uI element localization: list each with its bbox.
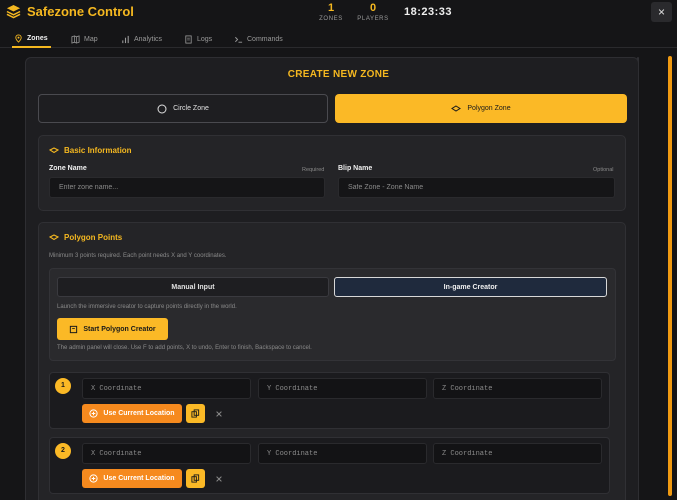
- terminal-icon: [235, 36, 243, 43]
- circle-zone-label: Circle Zone: [173, 105, 209, 112]
- tab-logs-label: Logs: [197, 36, 213, 43]
- tab-commands-label: Commands: [247, 36, 283, 43]
- creator-note: The admin panel will close. Use F to add…: [57, 345, 312, 351]
- close-button[interactable]: ×: [651, 2, 672, 22]
- polygon-icon: [451, 104, 462, 112]
- players-stat: 0 PLAYERS: [357, 2, 389, 22]
- layers-logo-icon: [6, 4, 21, 19]
- manual-input-button[interactable]: Manual Input: [57, 277, 329, 297]
- polygon-icon: [49, 234, 59, 241]
- start-polygon-creator-button[interactable]: Start Polygon Creator: [57, 318, 168, 340]
- polygon-zone-button[interactable]: Polygon Zone: [335, 94, 627, 123]
- tab-zones-label: Zones: [27, 35, 48, 42]
- x-coordinate-input[interactable]: [82, 443, 251, 464]
- circle-icon: [157, 104, 167, 113]
- copy-button[interactable]: [186, 469, 205, 488]
- tab-map[interactable]: Map: [71, 31, 98, 48]
- nav-tabs: Zones Map Analytics Logs Commands: [0, 28, 677, 48]
- square-icon: [70, 325, 78, 333]
- map-pin-icon: [15, 34, 22, 43]
- use-current-location-label: Use Current Location: [103, 410, 175, 417]
- polygon-zone-label: Polygon Zone: [467, 105, 511, 112]
- y-coordinate-input[interactable]: [258, 378, 427, 399]
- x-coordinate-input[interactable]: [82, 378, 251, 399]
- tab-logs[interactable]: Logs: [184, 31, 212, 48]
- polygon-points-title-text: Polygon Points: [64, 233, 123, 242]
- ingame-creator-button[interactable]: In-game Creator: [334, 277, 607, 297]
- zone-name-input[interactable]: [49, 177, 325, 198]
- copy-icon: [191, 409, 200, 418]
- z-coordinate-input[interactable]: [433, 378, 602, 399]
- remove-point-button[interactable]: [209, 469, 228, 488]
- page-scrollbar[interactable]: [668, 56, 672, 496]
- tab-map-label: Map: [84, 36, 98, 43]
- blip-name-optional: Optional: [593, 167, 614, 173]
- header: Safezone Control 1 ZONES 0 PLAYERS 18:23…: [0, 0, 677, 28]
- point-number-badge: 1: [55, 378, 71, 394]
- creator-hint: Launch the immersive creator to capture …: [57, 304, 237, 310]
- close-icon: [215, 410, 222, 417]
- document-icon: [185, 35, 192, 44]
- copy-button[interactable]: [186, 404, 205, 423]
- z-coordinate-input[interactable]: [433, 443, 602, 464]
- use-current-location-button[interactable]: Use Current Location: [82, 404, 182, 423]
- map-icon: [71, 35, 80, 44]
- polygon-points-title: Polygon Points: [49, 233, 122, 242]
- zones-label: ZONES: [319, 16, 343, 22]
- tab-commands[interactable]: Commands: [234, 31, 283, 48]
- tab-zones[interactable]: Zones: [12, 31, 51, 48]
- clock: 18:23:33: [404, 6, 453, 18]
- zones-stat: 1 ZONES: [318, 2, 344, 22]
- zone-name-required: Required: [302, 167, 325, 173]
- use-current-location-button[interactable]: Use Current Location: [82, 469, 182, 488]
- basic-info-title: Basic Information: [49, 146, 132, 155]
- blip-name-label: Blip Name: [338, 165, 373, 172]
- zone-name-label: Zone Name: [49, 165, 87, 172]
- copy-icon: [191, 474, 200, 483]
- bar-chart-icon: [122, 35, 129, 44]
- start-polygon-creator-label: Start Polygon Creator: [83, 325, 156, 333]
- tab-analytics-label: Analytics: [134, 36, 163, 43]
- plus-circle-icon: [89, 409, 99, 418]
- app-title: Safezone Control: [27, 4, 134, 19]
- blip-name-input[interactable]: [338, 177, 615, 198]
- zones-count: 1: [327, 2, 335, 14]
- polygon-icon: [49, 147, 59, 154]
- tab-analytics[interactable]: Analytics: [121, 31, 162, 48]
- close-icon: [215, 475, 222, 482]
- close-icon: ×: [657, 5, 665, 19]
- y-coordinate-input[interactable]: [258, 443, 427, 464]
- use-current-location-label: Use Current Location: [103, 475, 175, 482]
- players-label: PLAYERS: [357, 16, 389, 22]
- polygon-points-hint: Minimum 3 points required. Each point ne…: [49, 253, 227, 259]
- circle-zone-button[interactable]: Circle Zone: [38, 94, 328, 123]
- plus-circle-icon: [89, 474, 99, 483]
- point-number-badge: 2: [55, 443, 71, 459]
- remove-point-button[interactable]: [209, 404, 228, 423]
- players-count: 0: [369, 2, 377, 14]
- page-title: CREATE NEW ZONE: [287, 69, 390, 80]
- basic-info-title-text: Basic Information: [64, 146, 132, 155]
